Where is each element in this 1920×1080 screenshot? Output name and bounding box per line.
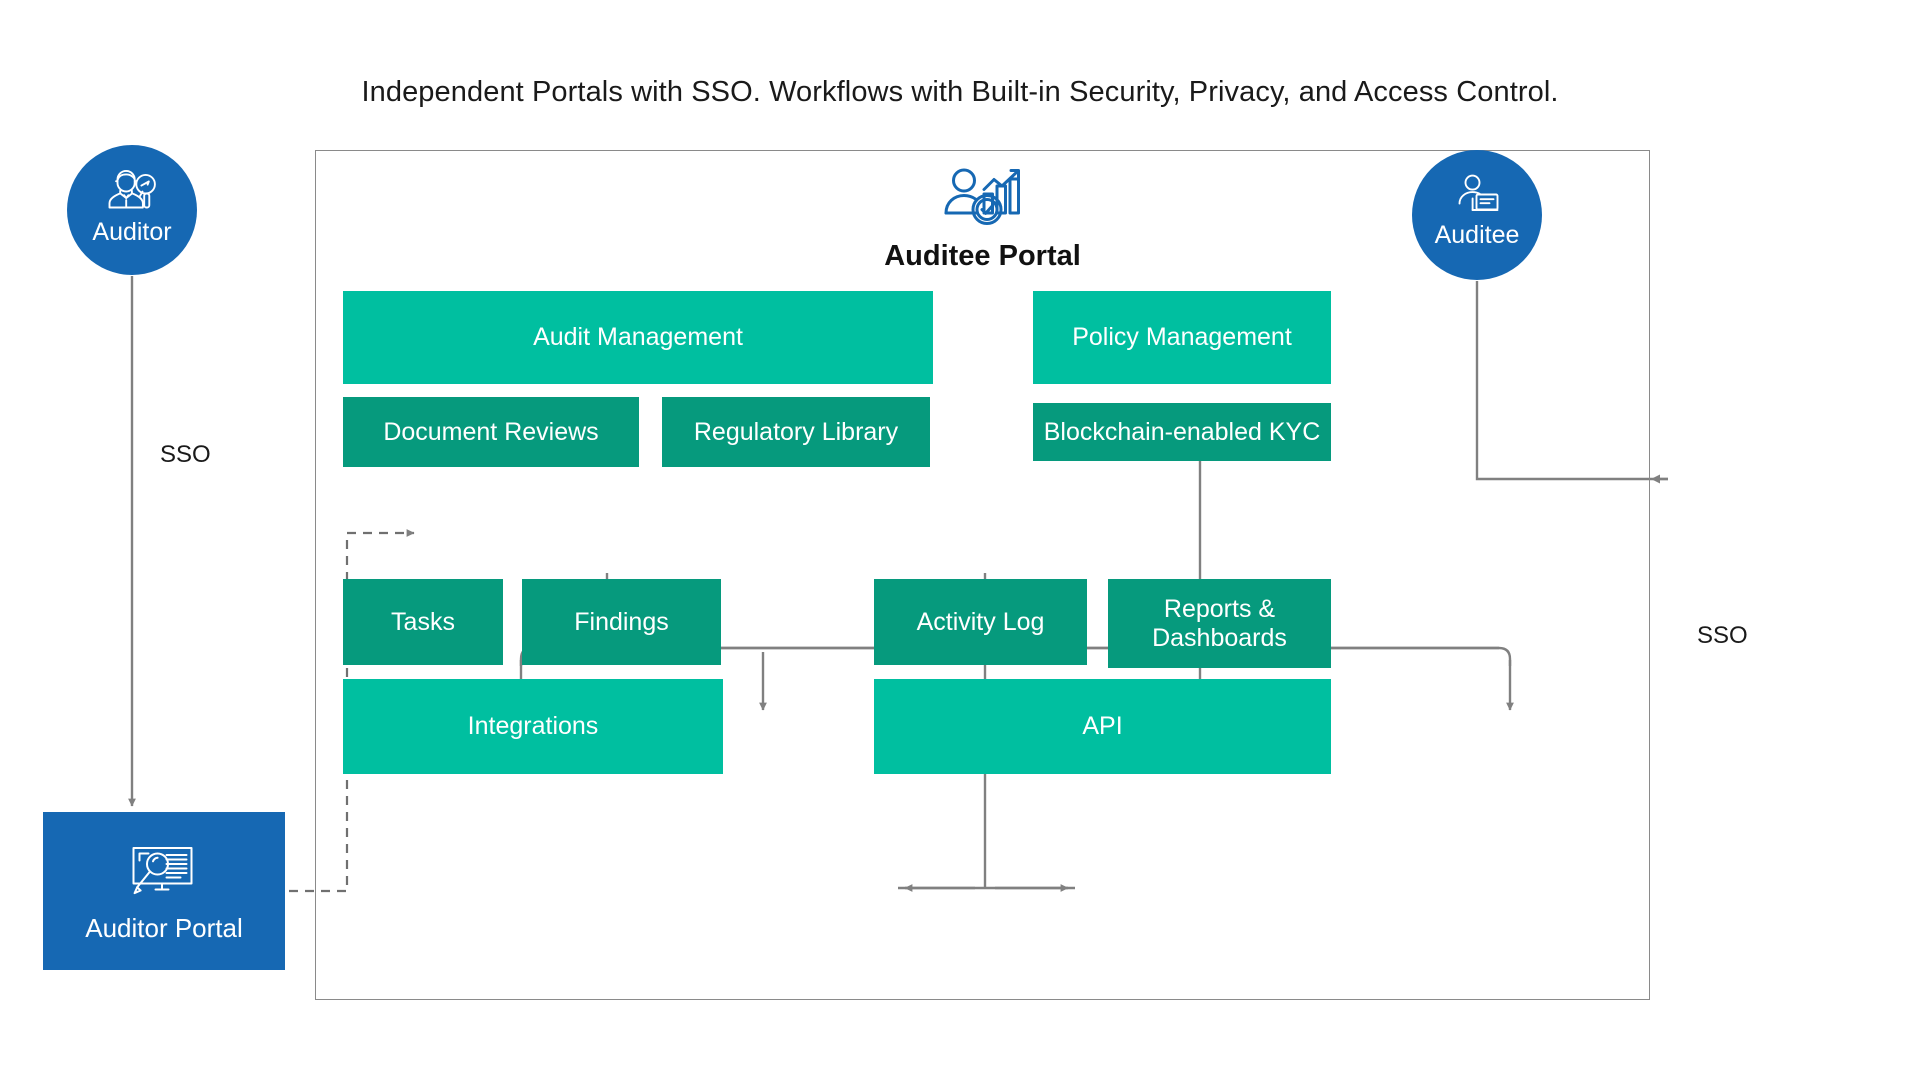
module-reports-dashboards[interactable]: Reports & Dashboards (1108, 579, 1331, 668)
auditor-portal-node[interactable]: Auditor Portal (43, 812, 285, 970)
sso-label-right: SSO (1697, 622, 1748, 649)
page-title: Independent Portals with SSO. Workflows … (361, 76, 1559, 108)
actor-auditor[interactable]: Auditor (67, 145, 197, 275)
module-label: Blockchain-enabled KYC (1043, 417, 1321, 446)
module-policy-management[interactable]: Policy Management (1033, 291, 1331, 384)
module-label: Regulatory Library (693, 417, 899, 446)
module-regulatory-library[interactable]: Regulatory Library (662, 397, 930, 467)
module-audit-management[interactable]: Audit Management (343, 291, 933, 384)
auditor-magnifier-icon (103, 167, 161, 218)
module-api[interactable]: API (874, 679, 1331, 774)
auditee-portal-header: Auditee Portal (315, 165, 1650, 273)
module-label: Document Reviews (383, 417, 599, 446)
module-blockchain-kyc[interactable]: Blockchain-enabled KYC (1033, 403, 1331, 461)
module-label: API (1082, 712, 1123, 741)
actor-auditor-label: Auditor (92, 218, 172, 246)
module-findings[interactable]: Findings (522, 579, 721, 665)
module-document-reviews[interactable]: Document Reviews (343, 397, 639, 467)
module-label: Audit Management (533, 323, 743, 352)
monitor-magnifier-icon (128, 842, 200, 905)
auditor-portal-label: Auditor Portal (85, 912, 243, 943)
module-label: Tasks (391, 607, 455, 636)
module-label: Findings (574, 607, 669, 636)
module-integrations[interactable]: Integrations (343, 679, 723, 774)
auditee-portal-title: Auditee Portal (884, 240, 1081, 272)
person-barchart-check-icon (942, 165, 1024, 232)
module-activity-log[interactable]: Activity Log (874, 579, 1087, 665)
module-label: Activity Log (916, 607, 1045, 636)
module-label: Policy Management (1072, 323, 1292, 352)
module-label: Reports & Dashboards (1152, 594, 1287, 652)
sso-label-left: SSO (160, 441, 211, 468)
module-label: Integrations (467, 712, 599, 741)
auditee-portal-frame (315, 150, 1650, 1000)
module-tasks[interactable]: Tasks (343, 579, 503, 665)
diagram-canvas: Independent Portals with SSO. Workflows … (0, 0, 1920, 1080)
